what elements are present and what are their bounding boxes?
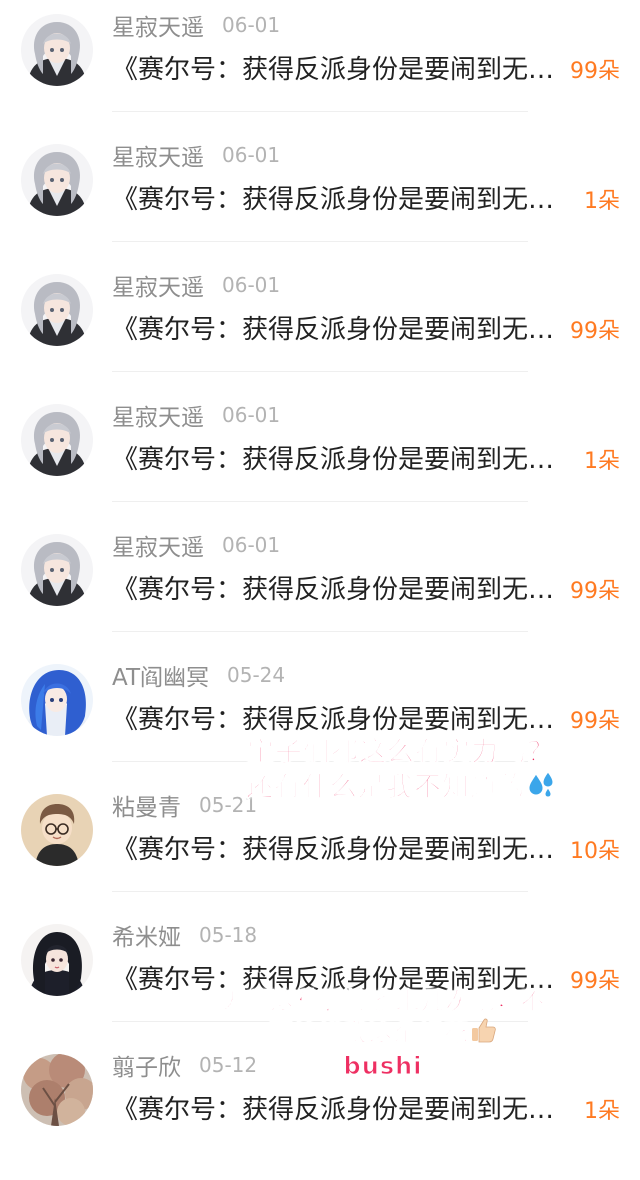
anime-gray-hair-avatar-icon	[21, 14, 93, 86]
flower-count: 99朵	[570, 969, 620, 994]
sweat-droplets-icon	[526, 770, 556, 807]
overlay-caption: 宝子们都这么有实力吗？还有什么是我不知道的	[246, 736, 556, 807]
autumn-tree-avatar-icon	[21, 1054, 93, 1126]
avatar[interactable]	[21, 1054, 93, 1126]
book-title[interactable]: 《赛尔号：获得反派身份是要闹到无法无天吗》	[112, 700, 558, 740]
avatar[interactable]	[21, 534, 93, 606]
user-name[interactable]: 星寂天遥	[112, 8, 204, 42]
item-meta: 星寂天遥 06-01	[112, 8, 280, 42]
overlay-caption: 天哪这种震惊多来几次吧，不要怜惜我这朵娇花（bushi）	[218, 986, 548, 1081]
flower-count: 10朵	[570, 839, 620, 864]
flower-count: 1朵	[584, 1099, 620, 1124]
flower-count: 99朵	[570, 59, 620, 84]
divider	[112, 501, 528, 502]
user-name[interactable]: AT阎幽冥	[112, 658, 209, 692]
divider	[112, 371, 528, 372]
list-item[interactable]: 星寂天遥 06-01 《赛尔号：获得反派身份是要闹到无法无天吗》 99朵	[0, 520, 640, 650]
chibi-glasses-avatar-icon	[21, 794, 93, 866]
anime-dark-hair-avatar-icon	[21, 924, 93, 996]
item-meta: 星寂天遥 06-01	[112, 528, 280, 562]
user-name[interactable]: 星寂天遥	[112, 528, 204, 562]
item-date: 06-01	[222, 533, 281, 557]
divider	[112, 111, 528, 112]
user-name[interactable]: 星寂天遥	[112, 138, 204, 172]
caption-suffix: （bushi）	[318, 1052, 448, 1081]
book-title[interactable]: 《赛尔号：获得反派身份是要闹到无法无天吗》	[112, 830, 558, 870]
book-title[interactable]: 《赛尔号：获得反派身份是要闹到无法无天吗》	[112, 570, 558, 610]
anime-blue-hair-avatar-icon	[21, 664, 93, 736]
avatar[interactable]	[21, 274, 93, 346]
avatar[interactable]	[21, 144, 93, 216]
flower-count: 99朵	[570, 319, 620, 344]
book-title[interactable]: 《赛尔号：获得反派身份是要闹到无法无天吗》	[112, 440, 558, 480]
list-item[interactable]: 星寂天遥 06-01 《赛尔号：获得反派身份是要闹到无法无天吗》 1朵	[0, 130, 640, 260]
user-name[interactable]: 翦子欣	[112, 1048, 181, 1082]
book-title[interactable]: 《赛尔号：获得反派身份是要闹到无法无天吗》	[112, 50, 558, 90]
book-title[interactable]: 《赛尔号：获得反派身份是要闹到无法无天吗》	[112, 180, 558, 220]
book-title[interactable]: 《赛尔号：获得反派身份是要闹到无法无天吗》	[112, 1090, 558, 1130]
item-date: 06-01	[222, 13, 281, 37]
divider	[112, 891, 528, 892]
item-date: 06-01	[222, 403, 281, 427]
flower-count: 1朵	[584, 449, 620, 474]
user-name[interactable]: 星寂天遥	[112, 398, 204, 432]
caption-text: 宝子们都这么有实力吗？还有什么是我不知道的	[246, 737, 555, 804]
avatar[interactable]	[21, 924, 93, 996]
flower-count: 99朵	[570, 709, 620, 734]
divider	[112, 241, 528, 242]
item-meta: 星寂天遥 06-01	[112, 398, 280, 432]
book-title[interactable]: 《赛尔号：获得反派身份是要闹到无法无天吗》	[112, 310, 558, 350]
item-date: 05-18	[199, 923, 258, 947]
anime-gray-hair-avatar-icon	[21, 274, 93, 346]
item-meta: 星寂天遥 06-01	[112, 268, 280, 302]
avatar[interactable]	[21, 14, 93, 86]
item-meta: AT阎幽冥 05-24	[112, 658, 285, 692]
user-name[interactable]: 希米娅	[112, 918, 181, 952]
item-date: 06-01	[222, 143, 281, 167]
item-meta: 粘曼青 05-21	[112, 788, 257, 822]
list-item[interactable]: 星寂天遥 06-01 《赛尔号：获得反派身份是要闹到无法无天吗》 99朵	[0, 260, 640, 390]
item-date: 06-01	[222, 273, 281, 297]
thumbs-up-icon	[469, 1016, 497, 1051]
user-name[interactable]: 粘曼青	[112, 788, 181, 822]
avatar[interactable]	[21, 794, 93, 866]
item-meta: 星寂天遥 06-01	[112, 138, 280, 172]
user-name[interactable]: 星寂天遥	[112, 268, 204, 302]
item-date: 05-24	[227, 663, 286, 687]
flower-count: 1朵	[584, 189, 620, 214]
anime-gray-hair-avatar-icon	[21, 144, 93, 216]
list-item[interactable]: 星寂天遥 06-01 《赛尔号：获得反派身份是要闹到无法无天吗》 99朵	[0, 0, 640, 130]
flower-count: 99朵	[570, 579, 620, 604]
item-meta: 希米娅 05-18	[112, 918, 257, 952]
anime-gray-hair-avatar-icon	[21, 404, 93, 476]
avatar[interactable]	[21, 664, 93, 736]
avatar[interactable]	[21, 404, 93, 476]
divider	[112, 631, 528, 632]
list-item[interactable]: 星寂天遥 06-01 《赛尔号：获得反派身份是要闹到无法无天吗》 1朵	[0, 390, 640, 520]
anime-gray-hair-avatar-icon	[21, 534, 93, 606]
